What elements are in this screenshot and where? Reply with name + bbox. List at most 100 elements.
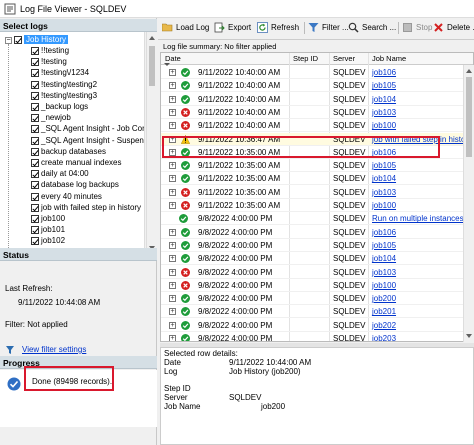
cell-job-name-link[interactable]: job103 [372,108,396,117]
cell-job-name-link[interactable]: job104 [372,174,396,183]
checkbox[interactable] [14,36,22,44]
checkbox[interactable] [31,136,39,145]
table-row[interactable]: +9/8/2022 4:00:00 PM SQLDEV job200 [161,292,473,306]
cell-job-name-link[interactable]: job203 [372,334,396,341]
expand-row-icon[interactable]: + [169,228,176,236]
cell-job-name-link[interactable]: job100 [372,201,396,210]
expand-row-icon[interactable]: + [169,162,176,170]
scroll-up-icon[interactable] [466,69,472,73]
cell-job-name-link[interactable]: job106 [372,68,396,77]
checkbox[interactable] [31,69,39,78]
table-row[interactable]: +9/11/2022 10:35:00 AM SQLDEV job104 [161,172,473,186]
expand-row-icon[interactable]: + [169,281,176,289]
filter-status: Filter: Not applied [5,320,68,329]
view-filter-settings-link[interactable]: View filter settings [22,345,86,354]
table-row[interactable]: +9/11/2022 10:35:00 AM SQLDEV job100 [161,199,473,212]
checkbox[interactable] [31,159,39,167]
expand-row-icon[interactable]: + [169,95,176,103]
table-row[interactable]: +9/8/2022 4:00:00 PM SQLDEV job103 [161,266,473,279]
scroll-down-icon[interactable] [466,334,472,338]
expand-row-icon[interactable]: + [169,335,176,341]
expand-row-icon[interactable]: + [169,202,176,209]
scroll-up-icon[interactable] [149,36,155,40]
cell-job-name-link[interactable]: job201 [372,307,396,316]
log-tree[interactable]: − Job History !!testing !testing !testing\… [0,32,145,254]
table-row[interactable]: 9/8/2022 4:00:00 PM SQLDEV Run on multiple… [161,212,473,226]
checkbox[interactable] [31,170,39,179]
checkbox[interactable] [31,125,39,134]
checkbox[interactable] [31,80,39,89]
expand-row-icon[interactable]: + [169,255,176,263]
checkbox[interactable] [31,47,39,55]
checkbox[interactable] [31,226,39,235]
cell-date: 9/8/2022 4:00:00 PM [198,240,273,250]
cell-job-name-link[interactable]: Run on multiple instances [372,214,464,223]
table-row[interactable]: +9/11/2022 10:40:00 AM SQLDEV job103 [161,106,473,119]
table-row[interactable]: +9/11/2022 10:40:00 AM SQLDEV job106 [161,66,473,79]
expand-row-icon[interactable]: + [169,188,176,196]
checkbox[interactable] [31,91,39,100]
cell-job-name-link[interactable]: job105 [372,81,396,90]
cell-server: SQLDEV [333,161,366,171]
cell-job-name-link[interactable]: job202 [372,321,396,330]
table-row[interactable]: +9/8/2022 4:00:00 PM SQLDEV job100 [161,279,473,292]
checkbox[interactable] [31,237,39,246]
table-row[interactable]: +9/11/2022 10:35:00 AM SQLDEV job105 [161,159,473,173]
grid-scrollbar[interactable] [463,65,474,342]
cell-date: 9/11/2022 10:35:00 AM [198,187,281,197]
expand-row-icon[interactable]: + [169,108,176,116]
expand-row-icon[interactable]: + [169,69,176,76]
scrollbar-thumb[interactable] [149,46,155,86]
expand-row-icon[interactable]: + [169,268,176,276]
cell-job-name-link[interactable]: job103 [372,268,396,277]
checkbox[interactable] [31,181,39,190]
table-row[interactable]: +9/11/2022 10:35:00 AM SQLDEV job103 [161,186,473,199]
detail-date-value: 9/11/2022 10:44:00 AM [229,358,312,367]
checkbox[interactable] [31,103,39,111]
cell-date: 9/8/2022 4:00:00 PM [198,280,273,290]
log-grid[interactable]: Date Step ID Server Job Name +9/11/2022 … [160,52,474,342]
cell-job-name-link[interactable]: job106 [372,228,396,237]
checkbox[interactable] [31,215,39,223]
column-header-date[interactable]: Date [165,54,181,63]
checkbox[interactable] [31,147,39,156]
tree-collapse-icon[interactable]: − [5,37,12,44]
checkbox[interactable] [31,203,39,212]
table-row[interactable]: +9/11/2022 10:40:00 AM SQLDEV job105 [161,79,473,93]
table-row[interactable]: +9/11/2022 10:40:00 AM SQLDEV job100 [161,119,473,133]
cell-job-name-link[interactable]: job104 [372,254,396,263]
tree-scrollbar[interactable] [146,32,157,254]
cell-job-name-link[interactable]: job103 [372,188,396,197]
cell-job-name-link[interactable]: job100 [372,121,396,130]
cell-job-name-link[interactable]: job100 [372,281,396,290]
expand-row-icon[interactable]: + [169,308,176,316]
tree-item-label: backup databases [41,146,106,156]
cell-job-name-link[interactable]: job105 [372,161,396,170]
expand-row-icon[interactable]: + [169,241,176,249]
cell-job-name-link[interactable]: job105 [372,241,396,250]
scrollbar-thumb[interactable] [466,77,472,157]
table-row[interactable]: +9/8/2022 4:00:00 PM SQLDEV job105 [161,239,473,252]
cell-job-name-link[interactable]: job104 [372,95,396,104]
cell-job-name-link[interactable]: job200 [372,294,396,303]
table-row[interactable]: +9/8/2022 4:00:00 PM SQLDEV job104 [161,252,473,266]
expand-row-icon[interactable]: + [169,175,176,183]
expand-row-icon[interactable]: + [169,82,176,90]
checkbox[interactable] [31,114,39,123]
expand-row-icon[interactable]: + [169,295,176,303]
table-row[interactable]: +9/8/2022 4:00:00 PM SQLDEV job201 [161,305,473,319]
table-row[interactable]: +9/8/2022 4:00:00 PM SQLDEV job203 [161,332,473,341]
table-row[interactable]: +9/8/2022 4:00:00 PM SQLDEV job202 [161,319,473,332]
table-row[interactable]: +9/11/2022 10:40:00 AM SQLDEV job104 [161,93,473,106]
checkbox[interactable] [31,58,39,67]
column-header-step-id[interactable]: Step ID [293,54,318,63]
checkbox[interactable] [31,192,39,201]
select-logs-header: Select logs [0,19,157,32]
column-header-job-name[interactable]: Job Name [372,54,406,63]
expand-row-icon[interactable]: + [169,321,176,329]
failed-x-icon [181,121,190,131]
expand-row-icon[interactable]: + [169,122,176,130]
done-check-icon [7,377,21,391]
column-header-server[interactable]: Server [333,54,355,63]
table-row[interactable]: +9/8/2022 4:00:00 PM SQLDEV job106 [161,226,473,239]
